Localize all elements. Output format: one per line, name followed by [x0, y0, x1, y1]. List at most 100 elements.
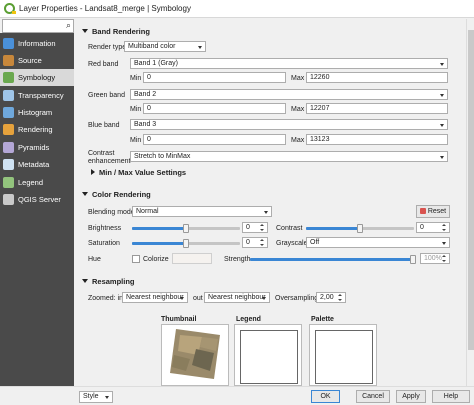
slider-fill [132, 242, 186, 245]
blue-min-label: Min [130, 137, 142, 144]
window-title: Layer Properties - Landsat8_merge | Symb… [19, 4, 191, 13]
info-icon [3, 38, 14, 49]
blue-band-select[interactable]: Band 3 [130, 119, 448, 130]
contrast-slider[interactable] [306, 224, 414, 233]
red-min-label: Min [130, 75, 142, 82]
sidebar-item-label: Symbology [18, 73, 56, 82]
collapse-arrow-icon [82, 192, 88, 196]
blue-max-input[interactable]: 13123 [306, 134, 448, 145]
sidebar-item-legend[interactable]: Legend [0, 174, 74, 191]
green-min-input[interactable]: 0 [143, 103, 286, 114]
palette-preview [315, 330, 373, 384]
blue-band-label: Blue band [88, 122, 120, 129]
scrollbar-thumb[interactable] [468, 30, 474, 350]
sidebar-item-histogram[interactable]: Histogram [0, 104, 74, 121]
sidebar-item-metadata[interactable]: Metadata [0, 156, 74, 173]
sidebar-item-label: Information [18, 39, 56, 48]
legend-icon [3, 177, 14, 188]
section-title: Band Rendering [92, 27, 150, 36]
green-max-input[interactable]: 12207 [306, 103, 448, 114]
slider-fill [132, 227, 186, 230]
contrast-label: Contrast [276, 225, 303, 232]
blue-min-input[interactable]: 0 [143, 134, 286, 145]
render-type-select[interactable]: Multiband color [124, 41, 206, 52]
sidebar-item-source[interactable]: Source [0, 52, 74, 69]
contrast-spinbox[interactable]: 0 [416, 222, 450, 233]
oversampling-spinbox[interactable]: 2,00 [316, 292, 346, 303]
sidebar-item-label: Pyramids [18, 143, 50, 152]
search-icon: ⌕ [65, 20, 71, 30]
style-menu-button[interactable]: Style [79, 391, 113, 403]
oversampling-label: Oversampling [275, 295, 319, 302]
sidebar-item-label: QGIS Server [18, 195, 61, 204]
minmax-settings-toggle[interactable]: Min / Max Value Settings [91, 168, 186, 177]
brightness-slider[interactable] [132, 224, 240, 233]
blending-mode-select[interactable]: Normal [132, 206, 272, 217]
zoomed-in-select[interactable]: Nearest neighbour [122, 292, 188, 303]
sidebar-item-transparency[interactable]: Transparency [0, 87, 74, 104]
sidebar-item-label: Source [18, 56, 42, 65]
sidebar-item-label: Metadata [18, 160, 50, 169]
colorize-label: Colorize [143, 256, 169, 263]
saturation-label: Saturation [88, 240, 120, 247]
green-max-label: Max [291, 106, 305, 113]
grayscale-select[interactable]: Off [306, 237, 450, 248]
slider-handle[interactable] [357, 224, 363, 233]
sidebar-search-input[interactable]: ⌕ [2, 19, 74, 33]
strength-spinbox[interactable]: 100% [420, 253, 450, 264]
sidebar-item-rendering[interactable]: Rendering [0, 121, 74, 138]
sidebar-item-information[interactable]: Information [0, 35, 74, 52]
colorize-checkbox[interactable] [132, 255, 140, 263]
collapse-arrow-icon [82, 279, 88, 283]
colorize-color-button[interactable] [172, 253, 212, 264]
histogram-icon [3, 107, 14, 118]
slider-handle[interactable] [410, 255, 416, 264]
sidebar-item-pyramids[interactable]: Pyramids [0, 139, 74, 156]
transparency-icon [3, 90, 14, 101]
color-rendering-header[interactable]: Color Rendering [82, 190, 151, 199]
metadata-icon [3, 159, 14, 170]
help-button[interactable]: Help [432, 390, 470, 403]
red-band-select[interactable]: Band 1 (Gray) [130, 58, 448, 69]
symbology-icon [3, 72, 14, 83]
sidebar-item-symbology[interactable]: Symbology [0, 69, 74, 86]
blending-mode-label: Blending mode [88, 209, 135, 216]
main-scrollbar[interactable] [466, 19, 474, 386]
thumbnail-frame [161, 324, 229, 386]
brightness-spinbox[interactable]: 0 [242, 222, 268, 233]
cancel-button[interactable]: Cancel [356, 390, 390, 403]
slider-fill [250, 258, 413, 261]
thumbnail-label: Thumbnail [161, 316, 197, 323]
red-band-label: Red band [88, 61, 119, 68]
title-bar: Layer Properties - Landsat8_merge | Symb… [0, 0, 474, 18]
red-min-input[interactable]: 0 [143, 72, 286, 83]
sidebar-item-label: Histogram [18, 108, 53, 117]
slider-handle[interactable] [183, 239, 189, 248]
band-rendering-header[interactable]: Band Rendering [82, 27, 150, 36]
hue-label: Hue [88, 256, 101, 263]
resampling-header[interactable]: Resampling [82, 277, 135, 286]
sidebar-item-qgis-server[interactable]: QGIS Server [0, 191, 74, 208]
apply-button[interactable]: Apply [396, 390, 426, 403]
palette-label: Palette [311, 316, 334, 323]
reset-icon [419, 208, 426, 214]
slider-handle[interactable] [183, 224, 189, 233]
slider-fill [306, 227, 360, 230]
reset-button[interactable]: Reset [416, 205, 450, 218]
red-max-label: Max [291, 75, 305, 82]
strength-label: Strength [224, 256, 251, 263]
strength-slider[interactable] [250, 255, 416, 264]
saturation-slider[interactable] [132, 239, 240, 248]
ok-button[interactable]: OK [311, 390, 340, 403]
saturation-spinbox[interactable]: 0 [242, 237, 268, 248]
qgis-logo-icon [4, 3, 16, 14]
section-title: Color Rendering [92, 190, 151, 199]
grayscale-label: Grayscale [276, 240, 308, 247]
section-title: Resampling [92, 277, 135, 286]
green-band-select[interactable]: Band 2 [130, 89, 448, 100]
red-max-input[interactable]: 12260 [306, 72, 448, 83]
contrast-enhancement-select[interactable]: Stretch to MinMax [130, 151, 448, 162]
green-min-label: Min [130, 106, 142, 113]
zoomed-out-select[interactable]: Nearest neighbour [204, 292, 270, 303]
zoomed-out-label: out [193, 295, 203, 302]
